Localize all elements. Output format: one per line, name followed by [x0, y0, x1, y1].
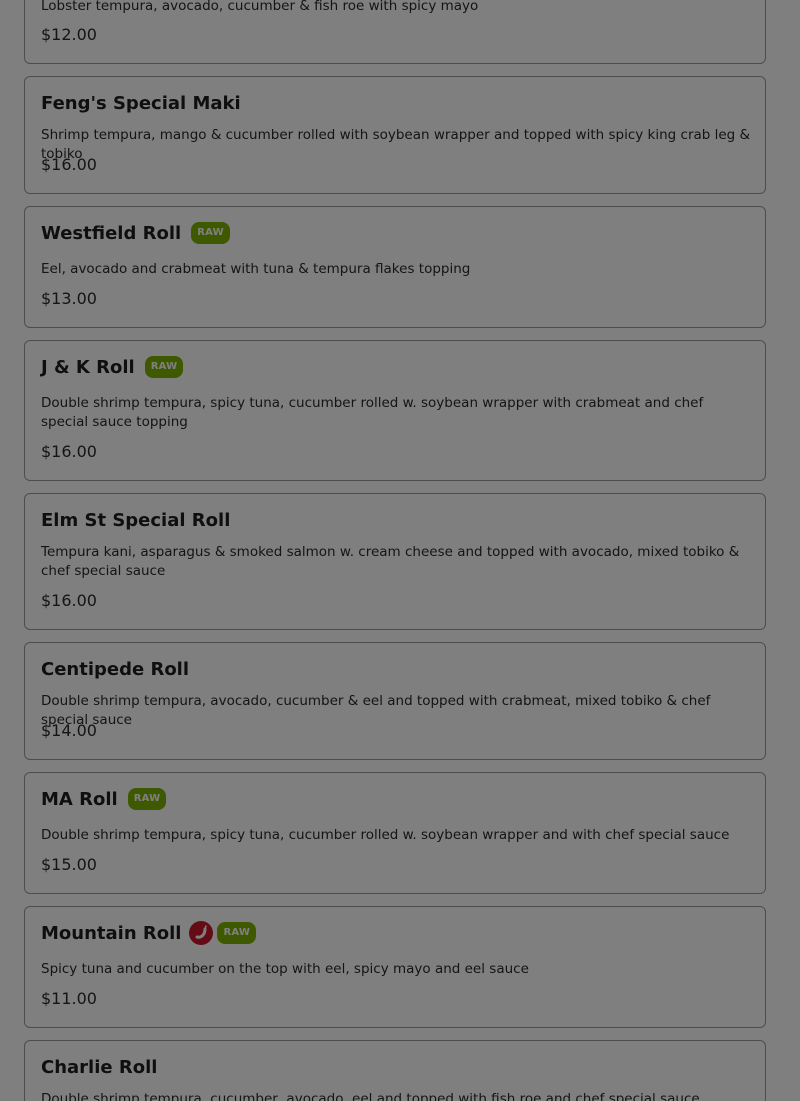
modal-backdrop[interactable] [0, 0, 800, 1101]
menu-page: Lobster tempura, avocado, cucumber & fis… [0, 0, 800, 1101]
